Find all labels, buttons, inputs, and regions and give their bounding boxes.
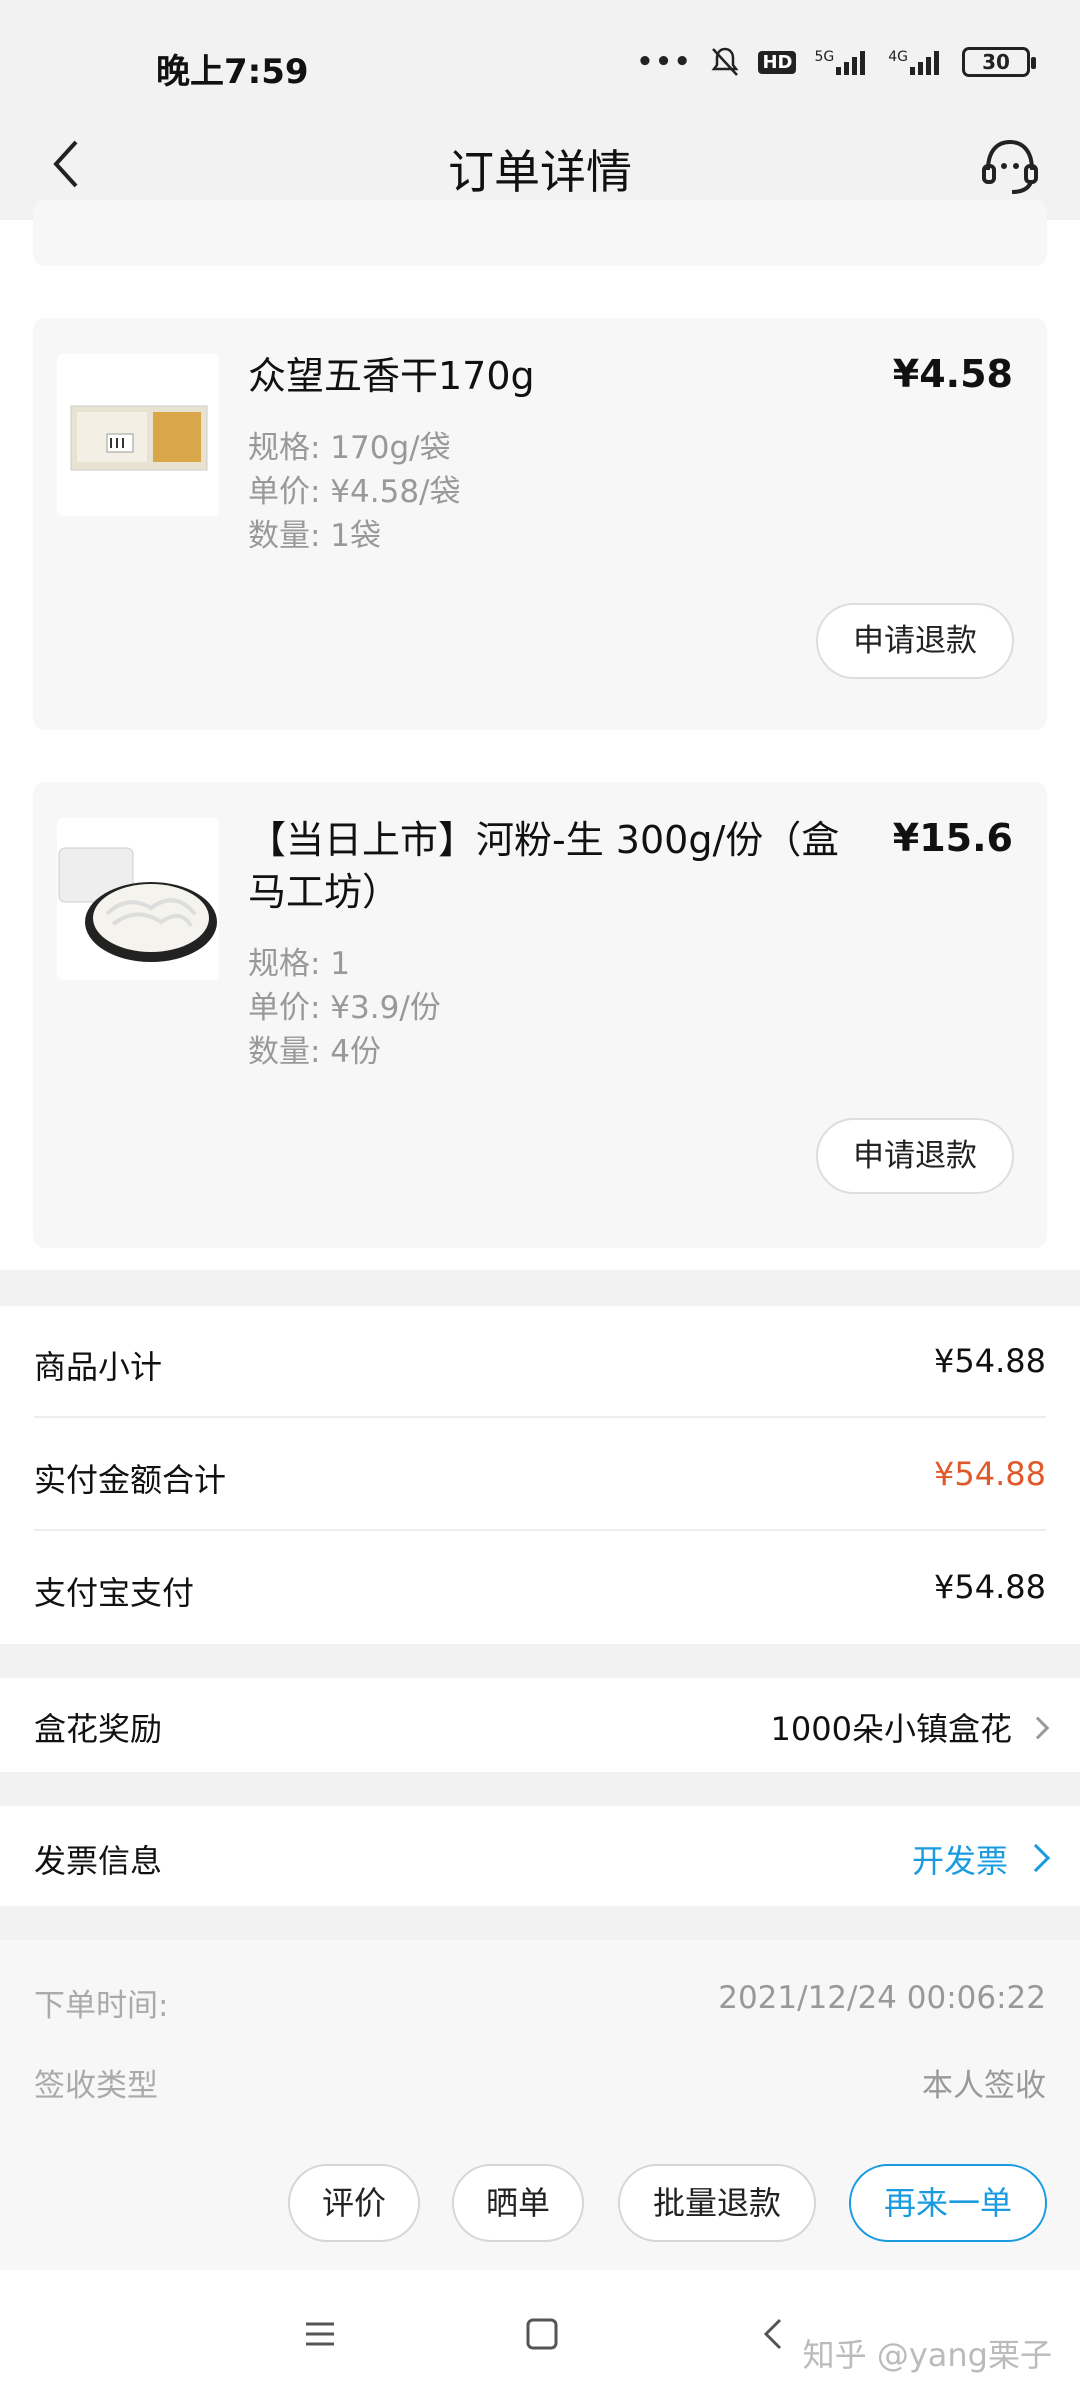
back-triangle-icon[interactable] [756, 2316, 792, 2352]
system-nav-bar: 知乎 @yang栗子 [0, 2270, 1080, 2400]
product-unit-price: 单价: ¥4.58/袋 [248, 474, 461, 510]
product-name: 众望五香干170g [248, 354, 535, 398]
payment-summary: 商品小计 ¥54.88 实付金额合计 ¥54.88 支付宝支付 ¥54.88 [0, 1306, 1080, 1644]
product-thumbnail [57, 354, 219, 516]
headset-icon [982, 139, 1038, 194]
product-card[interactable]: 【当日上市】河粉-生 300g/份（盒马工坊） ¥15.6 规格: 1 单价: … [33, 782, 1047, 1248]
signal-5g-icon: 5G [814, 49, 870, 75]
subtotal-value: ¥54.88 [934, 1342, 1046, 1380]
more-dots-icon: ••• [636, 47, 693, 77]
product-card[interactable]: 众望五香干170g ¥4.58 规格: 170g/袋 单价: ¥4.58/袋 数… [33, 318, 1047, 730]
network-5g-label: 5G [814, 49, 835, 65]
product-list: 众望五香干170g ¥4.58 规格: 170g/袋 单价: ¥4.58/袋 数… [0, 200, 1080, 1270]
share-button[interactable]: 晒单 [452, 2164, 584, 2242]
status-icons: ••• HD 5G 4G 30 [636, 46, 1036, 78]
alipay-row: 支付宝支付 ¥54.88 [0, 1532, 1080, 1644]
paid-total-label: 实付金额合计 [34, 1461, 227, 1499]
signal-4g-icon: 4G [888, 49, 944, 75]
home-square-icon[interactable] [524, 2316, 560, 2352]
receipt-type-label: 签收类型 [34, 2068, 158, 2104]
product-price: ¥15.6 [892, 816, 1013, 860]
reward-value: 1000朵小镇盒花 [770, 1710, 1012, 1748]
order-info: 下单时间: 2021/12/24 00:06:22 签收类型 本人签收 [0, 1940, 1080, 2138]
product-unit-price: 单价: ¥3.9/份 [248, 990, 441, 1026]
status-time: 晚上7:59 [156, 52, 309, 92]
paid-total-row: 实付金额合计 ¥54.88 [0, 1419, 1080, 1531]
product-name: 【当日上市】河粉-生 300g/份（盒马工坊） [248, 818, 840, 914]
customer-service-button[interactable] [976, 132, 1044, 200]
reward-label: 盒花奖励 [34, 1710, 163, 1748]
review-button[interactable]: 评价 [288, 2164, 420, 2242]
mute-bell-icon [711, 47, 739, 76]
previous-card-edge [33, 200, 1047, 266]
menu-icon[interactable] [302, 2316, 338, 2352]
reorder-button[interactable]: 再来一单 [849, 2164, 1047, 2242]
divider [34, 1416, 1046, 1418]
issue-invoice-link[interactable]: 开发票 [911, 1836, 1051, 1882]
chevron-right-icon [1021, 1843, 1051, 1873]
product-spec: 规格: 1 [248, 946, 351, 982]
product-quantity: 数量: 4份 [248, 1034, 382, 1070]
subtotal-label: 商品小计 [34, 1348, 163, 1386]
alipay-label: 支付宝支付 [34, 1574, 195, 1612]
invoice-label: 发票信息 [34, 1842, 163, 1880]
product-spec: 规格: 170g/袋 [248, 430, 451, 466]
divider [34, 1529, 1046, 1531]
order-time-value: 2021/12/24 00:06:22 [718, 1980, 1046, 2016]
page-title: 订单详情 [448, 145, 632, 199]
product-thumbnail [57, 818, 219, 980]
invoice-row: 发票信息 开发票 [0, 1806, 1080, 1906]
alipay-value: ¥54.88 [934, 1568, 1046, 1606]
order-time-label: 下单时间: [34, 1988, 169, 2024]
batch-refund-button[interactable]: 批量退款 [618, 2164, 816, 2242]
product-price: ¥4.58 [892, 352, 1013, 396]
refund-button[interactable]: 申请退款 [816, 603, 1014, 679]
subtotal-row: 商品小计 ¥54.88 [0, 1306, 1080, 1418]
battery-icon: 30 [962, 47, 1036, 77]
issue-invoice-label: 开发票 [911, 1842, 1008, 1880]
watermark: 知乎 @yang栗子 [802, 2336, 1052, 2374]
action-bar: 评价 晒单 批量退款 再来一单 [0, 2138, 1080, 2270]
reward-value-wrap: 1000朵小镇盒花 [770, 1704, 1050, 1750]
receipt-type-value: 本人签收 [922, 2068, 1046, 2104]
paid-total-value: ¥54.88 [934, 1455, 1046, 1493]
hd-badge: HD [758, 50, 797, 74]
chevron-right-icon [1026, 1716, 1050, 1740]
product-quantity: 数量: 1袋 [248, 518, 382, 554]
refund-button[interactable]: 申请退款 [816, 1118, 1014, 1194]
network-4g-label: 4G [888, 49, 908, 65]
reward-row[interactable]: 盒花奖励 1000朵小镇盒花 [0, 1678, 1080, 1772]
